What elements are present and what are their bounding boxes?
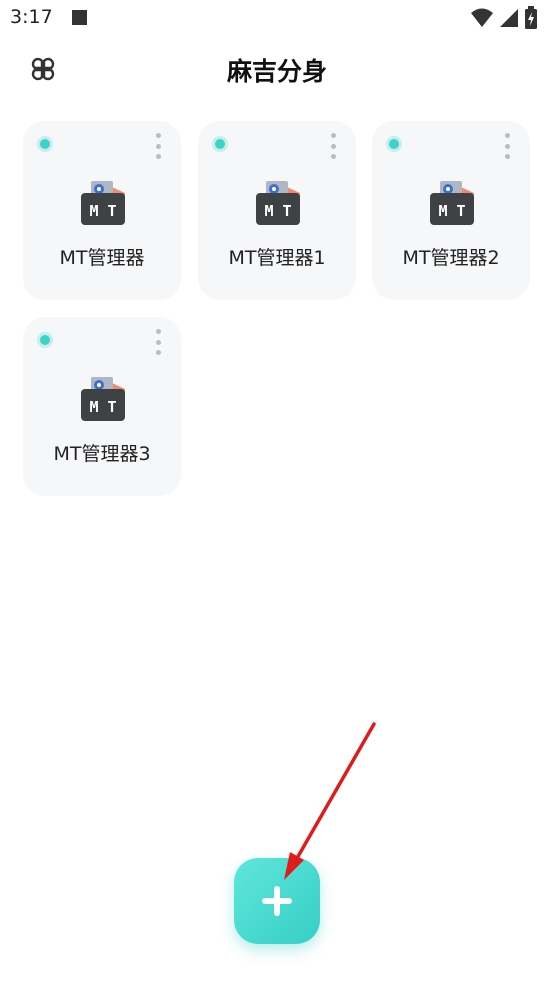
status-bar: 3:17 — [0, 0, 554, 36]
mt-manager-icon: M T — [81, 181, 125, 225]
add-app-button[interactable] — [234, 858, 320, 944]
status-dot — [389, 139, 399, 149]
app-header: 麻吉分身 — [0, 40, 554, 100]
mt-manager-icon: M T — [430, 181, 474, 225]
status-dot — [40, 139, 50, 149]
status-dot — [40, 335, 50, 345]
svg-text:M T: M T — [89, 202, 116, 220]
wifi-icon — [471, 8, 493, 27]
svg-text:M T: M T — [264, 202, 291, 220]
app-name: MT管理器 — [59, 247, 145, 269]
plus-icon — [262, 886, 292, 916]
signal-icon — [500, 9, 518, 27]
app-card[interactable]: M T MT管理器1 — [198, 121, 356, 300]
status-dot — [215, 139, 225, 149]
app-name: MT管理器3 — [53, 443, 151, 465]
app-card[interactable]: M T MT管理器2 — [372, 121, 530, 300]
app-name: MT管理器2 — [402, 247, 500, 269]
more-options-icon[interactable] — [326, 133, 340, 159]
notification-square-icon — [72, 10, 87, 25]
more-options-icon[interactable] — [500, 133, 514, 159]
more-options-icon[interactable] — [151, 329, 165, 355]
status-time: 3:17 — [10, 6, 53, 28]
battery-charging-icon — [525, 6, 537, 29]
app-name: MT管理器1 — [228, 247, 326, 269]
app-card[interactable]: M T MT管理器3 — [23, 317, 181, 496]
svg-text:M T: M T — [89, 398, 116, 416]
mt-manager-icon: M T — [81, 377, 125, 421]
more-options-icon[interactable] — [151, 133, 165, 159]
mt-manager-icon: M T — [256, 181, 300, 225]
page-title: 麻吉分身 — [226, 57, 327, 86]
app-card[interactable]: M T MT管理器 — [23, 121, 181, 300]
status-icons — [470, 6, 538, 30]
svg-text:M T: M T — [438, 202, 465, 220]
